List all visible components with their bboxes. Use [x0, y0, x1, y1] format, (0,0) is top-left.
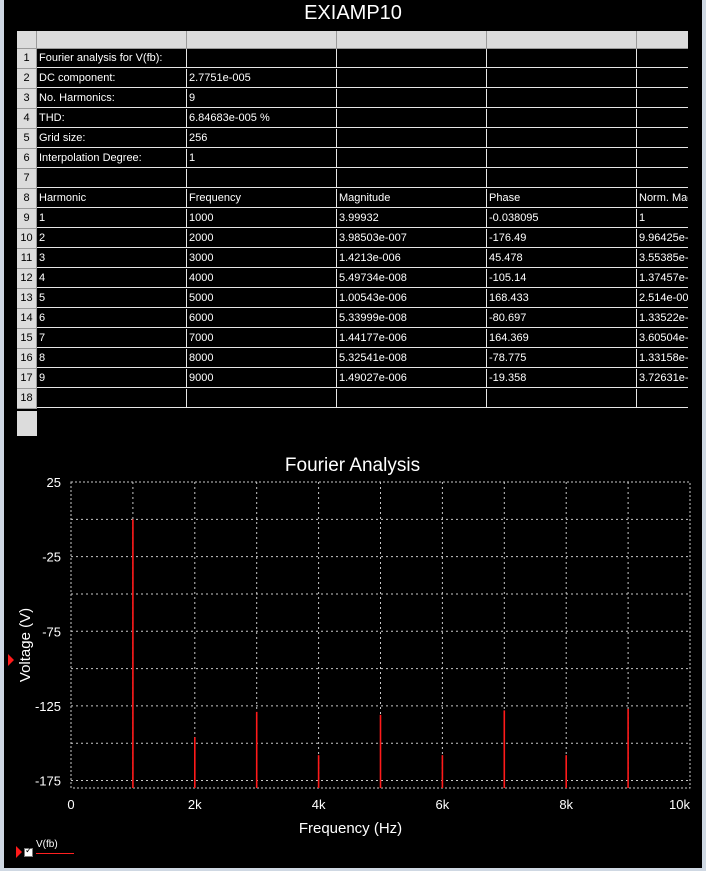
- y-tick-label: -25: [42, 550, 61, 565]
- y-tick-label: 25: [47, 475, 61, 490]
- x-tick-label: 6k: [436, 797, 450, 812]
- x-tick-label: 2k: [188, 797, 202, 812]
- x-axis-label: Frequency (Hz): [299, 820, 402, 837]
- legend-series-line: [36, 853, 74, 854]
- y-tick-label: -175: [35, 774, 61, 789]
- fourier-chart: 25 -25 -75 -125 -175 0 2k 4k 6k 8k 10k Frequency (H…: [17, 475, 691, 837]
- legend-series-label: V(fb): [36, 839, 58, 850]
- y-cursor-marker-icon[interactable]: [8, 654, 14, 666]
- x-tick-label: 8k: [559, 797, 573, 812]
- x-tick-label: 10k: [669, 797, 690, 812]
- x-tick-label: 0: [67, 797, 74, 812]
- x-tick-label: 4k: [312, 797, 326, 812]
- y-tick-label: -125: [35, 699, 61, 714]
- y-tick-label: -75: [42, 624, 61, 639]
- chart-legend: V(fb): [18, 838, 88, 860]
- legend-checkbox[interactable]: [24, 845, 33, 857]
- y-axis-label: Voltage (V): [17, 608, 34, 682]
